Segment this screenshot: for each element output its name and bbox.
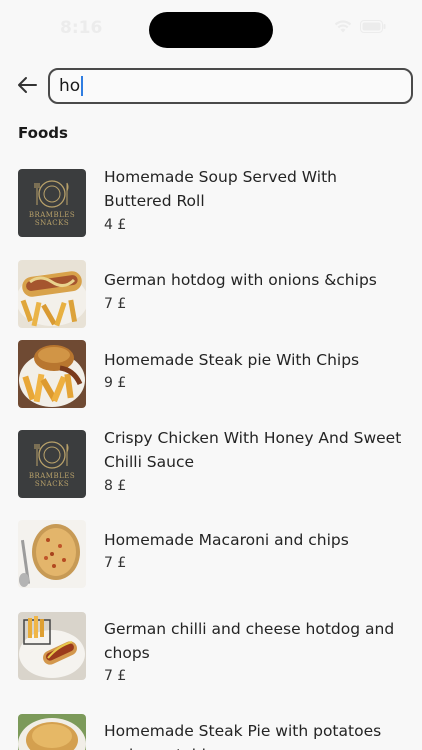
plate-cutlery-icon: [34, 180, 69, 208]
section-title: Foods: [18, 124, 68, 142]
food-thumbnail-pie: [18, 714, 86, 750]
plate-cutlery-icon: [34, 441, 69, 469]
food-price: 7 £: [104, 296, 127, 312]
food-price: 7 £: [104, 668, 127, 684]
food-thumbnail-macaroni: [18, 520, 86, 588]
status-icons: [334, 20, 386, 33]
status-bar: 8:16: [0, 0, 422, 54]
dynamic-island: [149, 12, 273, 48]
food-name: Homemade Macaroni and chips: [104, 531, 349, 549]
food-price: 9 £: [104, 375, 127, 391]
food-item[interactable]: Homemade Steak Pie with potatoes and veg…: [0, 712, 422, 750]
food-name: German chilli and cheese hotdog and chop…: [104, 620, 395, 662]
food-thumbnail-logo: BRAMBLES SNACKS: [18, 430, 86, 498]
wifi-icon: [334, 20, 352, 33]
food-item[interactable]: BRAMBLES SNACKS Crispy Chicken With Honey…: [0, 422, 422, 506]
food-name: Homemade Steak Pie with potatoes and veg…: [104, 722, 382, 750]
search-row: ho: [0, 68, 422, 106]
food-thumbnail-logo: BRAMBLES SNACKS: [18, 169, 86, 237]
food-name: Crispy Chicken With Honey And Sweet Chil…: [104, 429, 402, 471]
food-thumbnail-hotdog: [18, 260, 86, 328]
food-price: 8 £: [104, 478, 127, 494]
food-name: German hotdog with onions &chips: [104, 271, 377, 289]
food-name: Homemade Soup Served With Buttered Roll: [104, 168, 337, 210]
back-button[interactable]: [14, 74, 40, 100]
food-item[interactable]: BRAMBLES SNACKS Homemade Soup Served With…: [0, 160, 422, 240]
brand-logo-text: BRAMBLES SNACKS: [28, 472, 76, 488]
food-name: Homemade Steak pie With Chips: [104, 351, 360, 369]
food-price: 4 £: [104, 217, 127, 233]
food-thumbnail-chilli-hotdog: [18, 612, 86, 680]
arrow-left-icon: [17, 76, 37, 98]
food-thumbnail-steak-pie: [18, 340, 86, 408]
food-item[interactable]: Homemade Steak pie With Chips 9 £: [0, 340, 422, 412]
food-price: 7 £: [104, 555, 127, 571]
food-item[interactable]: Homemade Macaroni and chips 7 £: [0, 520, 422, 592]
search-input[interactable]: ho: [59, 76, 80, 96]
brand-logo-text: BRAMBLES SNACKS: [28, 211, 76, 227]
food-item[interactable]: German chilli and cheese hotdog and chop…: [0, 610, 422, 694]
food-item[interactable]: German hotdog with onions &chips 7 £: [0, 260, 422, 332]
battery-icon: [360, 20, 386, 33]
text-caret: [81, 76, 84, 96]
search-field[interactable]: ho: [48, 68, 413, 104]
status-time: 8:16: [60, 18, 103, 38]
